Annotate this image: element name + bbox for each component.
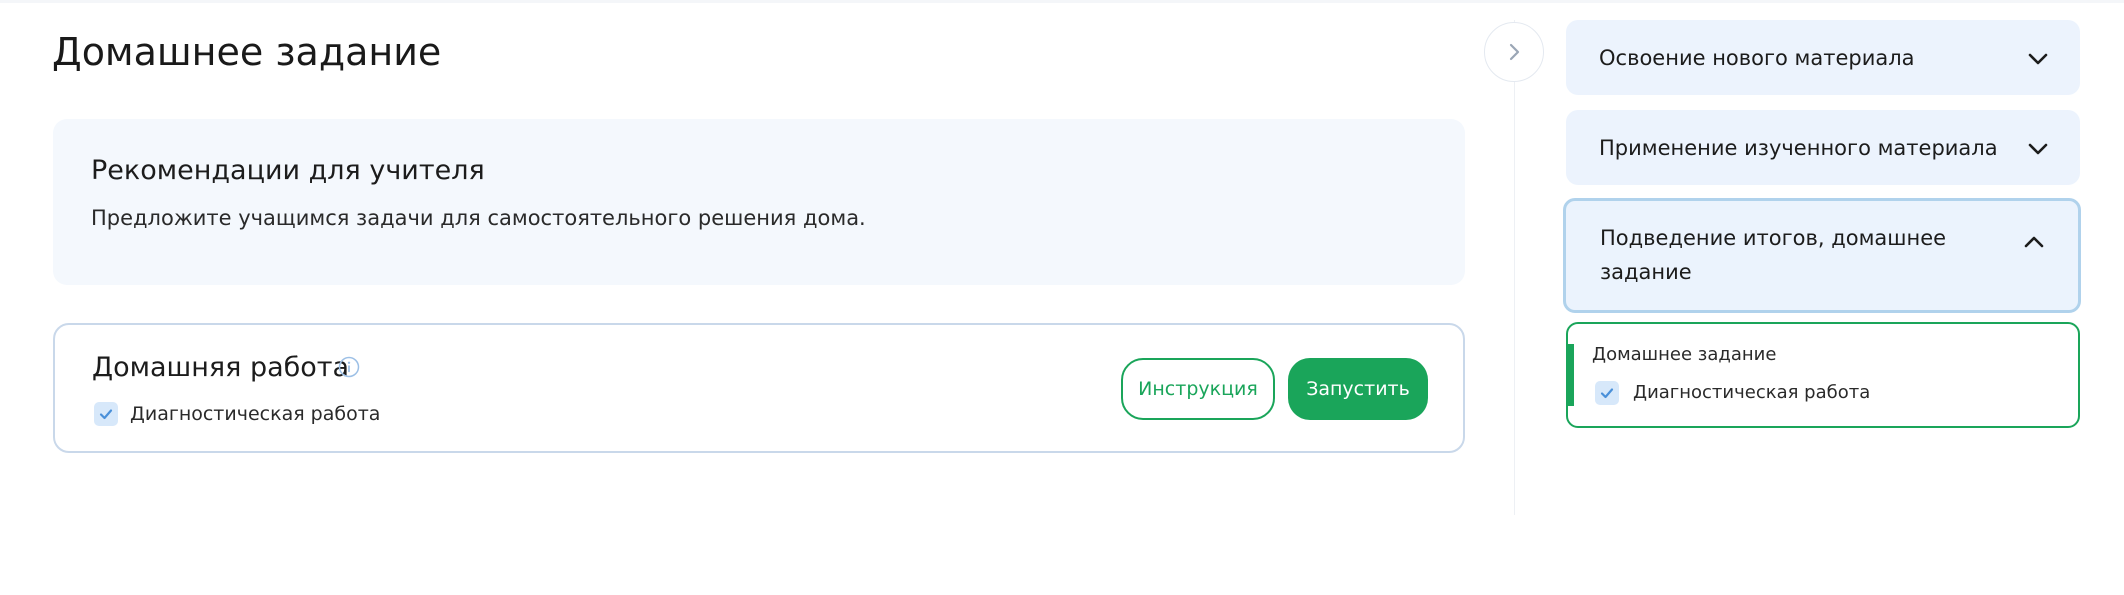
sidebar-item-label: Домашнее задание	[1592, 344, 1777, 365]
recommendations-text: Предложите учащимся задачи для самостоят…	[91, 206, 866, 230]
checkmark-icon	[99, 409, 113, 420]
panel-divider	[1514, 20, 1515, 515]
checkbox-checked[interactable]	[1595, 381, 1619, 405]
section-label: Освоение нового материала	[1599, 46, 1915, 70]
start-button[interactable]: Запустить	[1288, 358, 1428, 420]
section-new-material[interactable]: Освоение нового материала	[1566, 20, 2080, 95]
collapse-sidebar-button[interactable]	[1484, 22, 1544, 82]
section-applying-material[interactable]: Применение изученного материала	[1566, 110, 2080, 185]
checkbox-label: Диагностическая работа	[130, 403, 381, 425]
sidebar-item-homework[interactable]: Домашнее задание Диагностическая работа	[1566, 322, 2080, 428]
active-indicator	[1568, 344, 1574, 406]
diagnostic-work-checkbox-row[interactable]: Диагностическая работа	[94, 401, 380, 427]
diagnostic-work-checkbox-row[interactable]: Диагностическая работа	[1595, 380, 1870, 406]
section-summary-homework[interactable]: Подведение итогов, домашнее задание	[1563, 198, 2081, 313]
instruction-button[interactable]: Инструкция	[1121, 358, 1275, 420]
checkbox-checked[interactable]	[94, 402, 118, 426]
checkmark-icon	[1600, 388, 1614, 399]
chevron-down-icon	[2028, 143, 2048, 155]
section-label: Применение изученного материала	[1599, 136, 1998, 160]
homework-card: Домашняя работа Диагностическая работа И…	[53, 323, 1465, 453]
top-divider	[0, 0, 2124, 3]
info-icon[interactable]	[338, 356, 360, 378]
chevron-up-icon	[2024, 236, 2044, 248]
homework-title: Домашняя работа	[92, 352, 350, 383]
section-label: Подведение итогов, домашнее задание	[1600, 226, 1947, 284]
chevron-down-icon	[2028, 53, 2048, 65]
chevron-right-icon	[1509, 43, 1520, 61]
checkbox-label: Диагностическая работа	[1633, 382, 1871, 403]
page-title: Домашнее задание	[52, 30, 442, 74]
recommendations-title: Рекомендации для учителя	[91, 155, 485, 186]
teacher-recommendations-panel: Рекомендации для учителя Предложите учащ…	[53, 119, 1465, 285]
